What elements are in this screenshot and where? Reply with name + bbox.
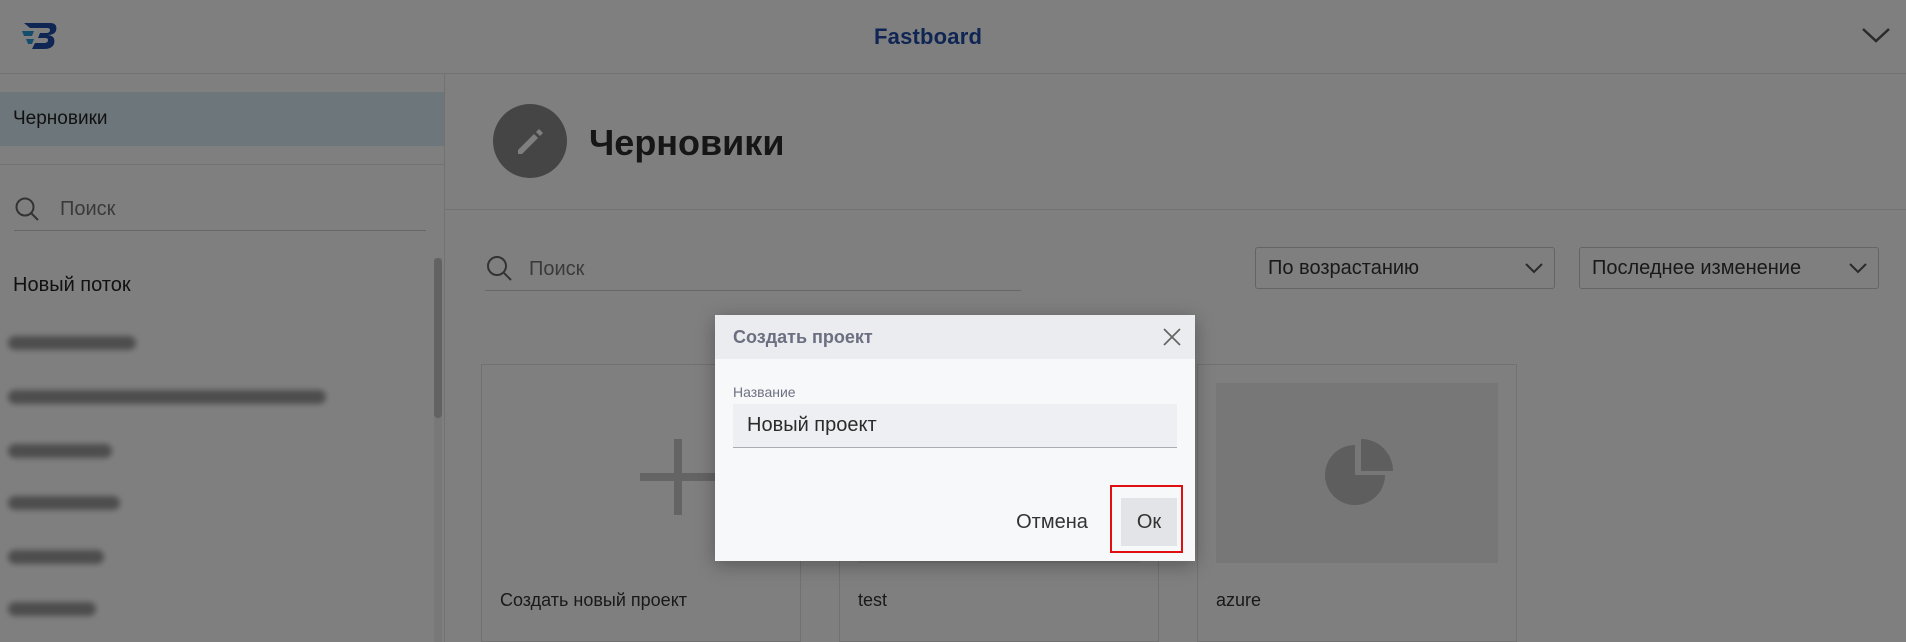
- name-field-label: Название: [733, 384, 796, 400]
- close-icon[interactable]: [1161, 326, 1183, 348]
- dialog-title: Создать проект: [733, 327, 873, 347]
- dialog-header: Создать проект: [715, 315, 1195, 359]
- project-name-input[interactable]: [733, 404, 1177, 448]
- cancel-button[interactable]: Отмена: [1009, 505, 1095, 539]
- ok-button-highlight: [1110, 485, 1183, 553]
